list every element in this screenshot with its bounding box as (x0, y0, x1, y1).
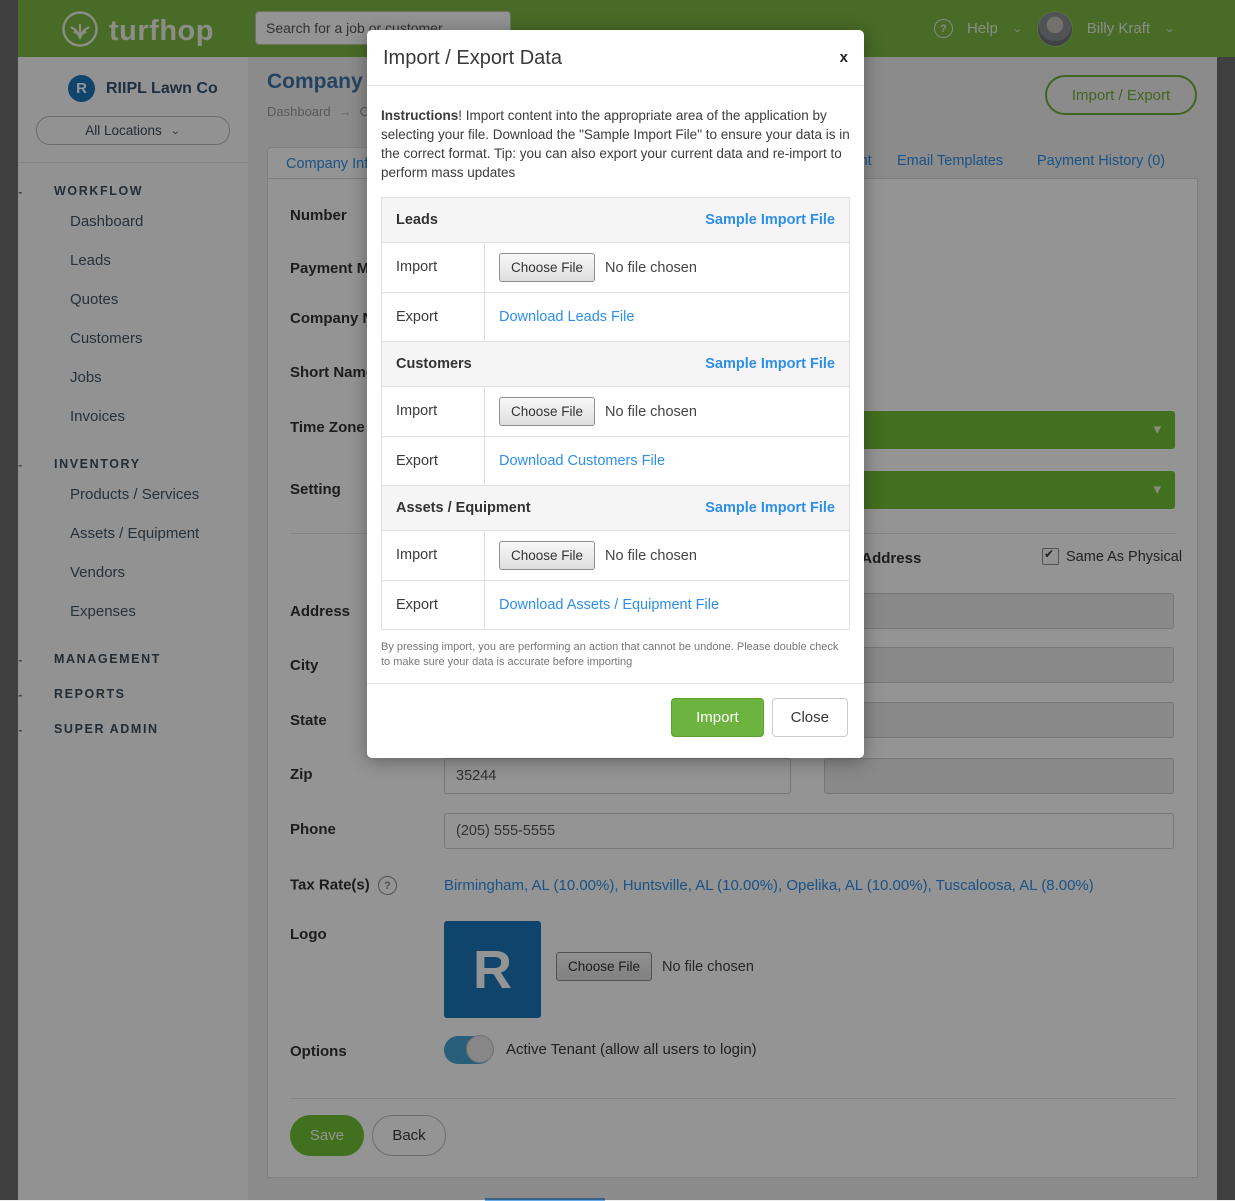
download-customers-link[interactable]: Download Customers File (499, 453, 665, 469)
customers-choose-file-button[interactable]: Choose File (499, 397, 595, 426)
leads-section-title: Leads (396, 212, 438, 228)
import-export-modal: Import / Export Data x Instructions! Imp… (367, 30, 864, 758)
assets-export-label: Export (382, 581, 485, 629)
leads-choose-file-button[interactable]: Choose File (499, 253, 595, 282)
download-assets-link[interactable]: Download Assets / Equipment File (499, 597, 719, 613)
assets-import-label: Import (382, 531, 485, 580)
leads-import-label: Import (382, 243, 485, 292)
assets-section-title: Assets / Equipment (396, 500, 531, 516)
customers-sample-import-link[interactable]: Sample Import File (705, 356, 835, 372)
customers-section-header: Customers Sample Import File (382, 341, 849, 386)
assets-choose-file-button[interactable]: Choose File (499, 541, 595, 570)
leads-no-file-text: No file chosen (605, 260, 697, 276)
modal-footer: Import Close (367, 683, 864, 751)
customers-export-row: Export Download Customers File (382, 436, 849, 485)
modal-close-button[interactable]: Close (772, 698, 848, 737)
modal-instructions: Instructions! Import content into the ap… (381, 106, 850, 182)
assets-sample-import-link[interactable]: Sample Import File (705, 500, 835, 516)
leads-sample-import-link[interactable]: Sample Import File (705, 212, 835, 228)
leads-export-label: Export (382, 293, 485, 341)
modal-warning: By pressing import, you are performing a… (381, 640, 850, 670)
modal-import-button[interactable]: Import (671, 698, 764, 737)
customers-export-label: Export (382, 437, 485, 485)
customers-no-file-text: No file chosen (605, 404, 697, 420)
instructions-bold: Instructions (381, 108, 458, 123)
leads-section-header: Leads Sample Import File (382, 198, 849, 242)
close-icon[interactable]: x (840, 50, 848, 65)
customers-import-row: Import Choose File No file chosen (382, 386, 849, 436)
customers-import-label: Import (382, 387, 485, 436)
assets-import-row: Import Choose File No file chosen (382, 530, 849, 580)
assets-section-header: Assets / Equipment Sample Import File (382, 485, 849, 530)
leads-export-row: Export Download Leads File (382, 292, 849, 341)
leads-import-row: Import Choose File No file chosen (382, 242, 849, 292)
customers-section-title: Customers (396, 356, 472, 372)
assets-no-file-text: No file chosen (605, 548, 697, 564)
download-leads-link[interactable]: Download Leads File (499, 309, 634, 325)
modal-title: Import / Export Data (383, 47, 562, 69)
import-export-table: Leads Sample Import File Import Choose F… (381, 197, 850, 630)
modal-body: Instructions! Import content into the ap… (367, 86, 864, 670)
modal-header: Import / Export Data x (367, 30, 864, 86)
assets-export-row: Export Download Assets / Equipment File (382, 580, 849, 629)
